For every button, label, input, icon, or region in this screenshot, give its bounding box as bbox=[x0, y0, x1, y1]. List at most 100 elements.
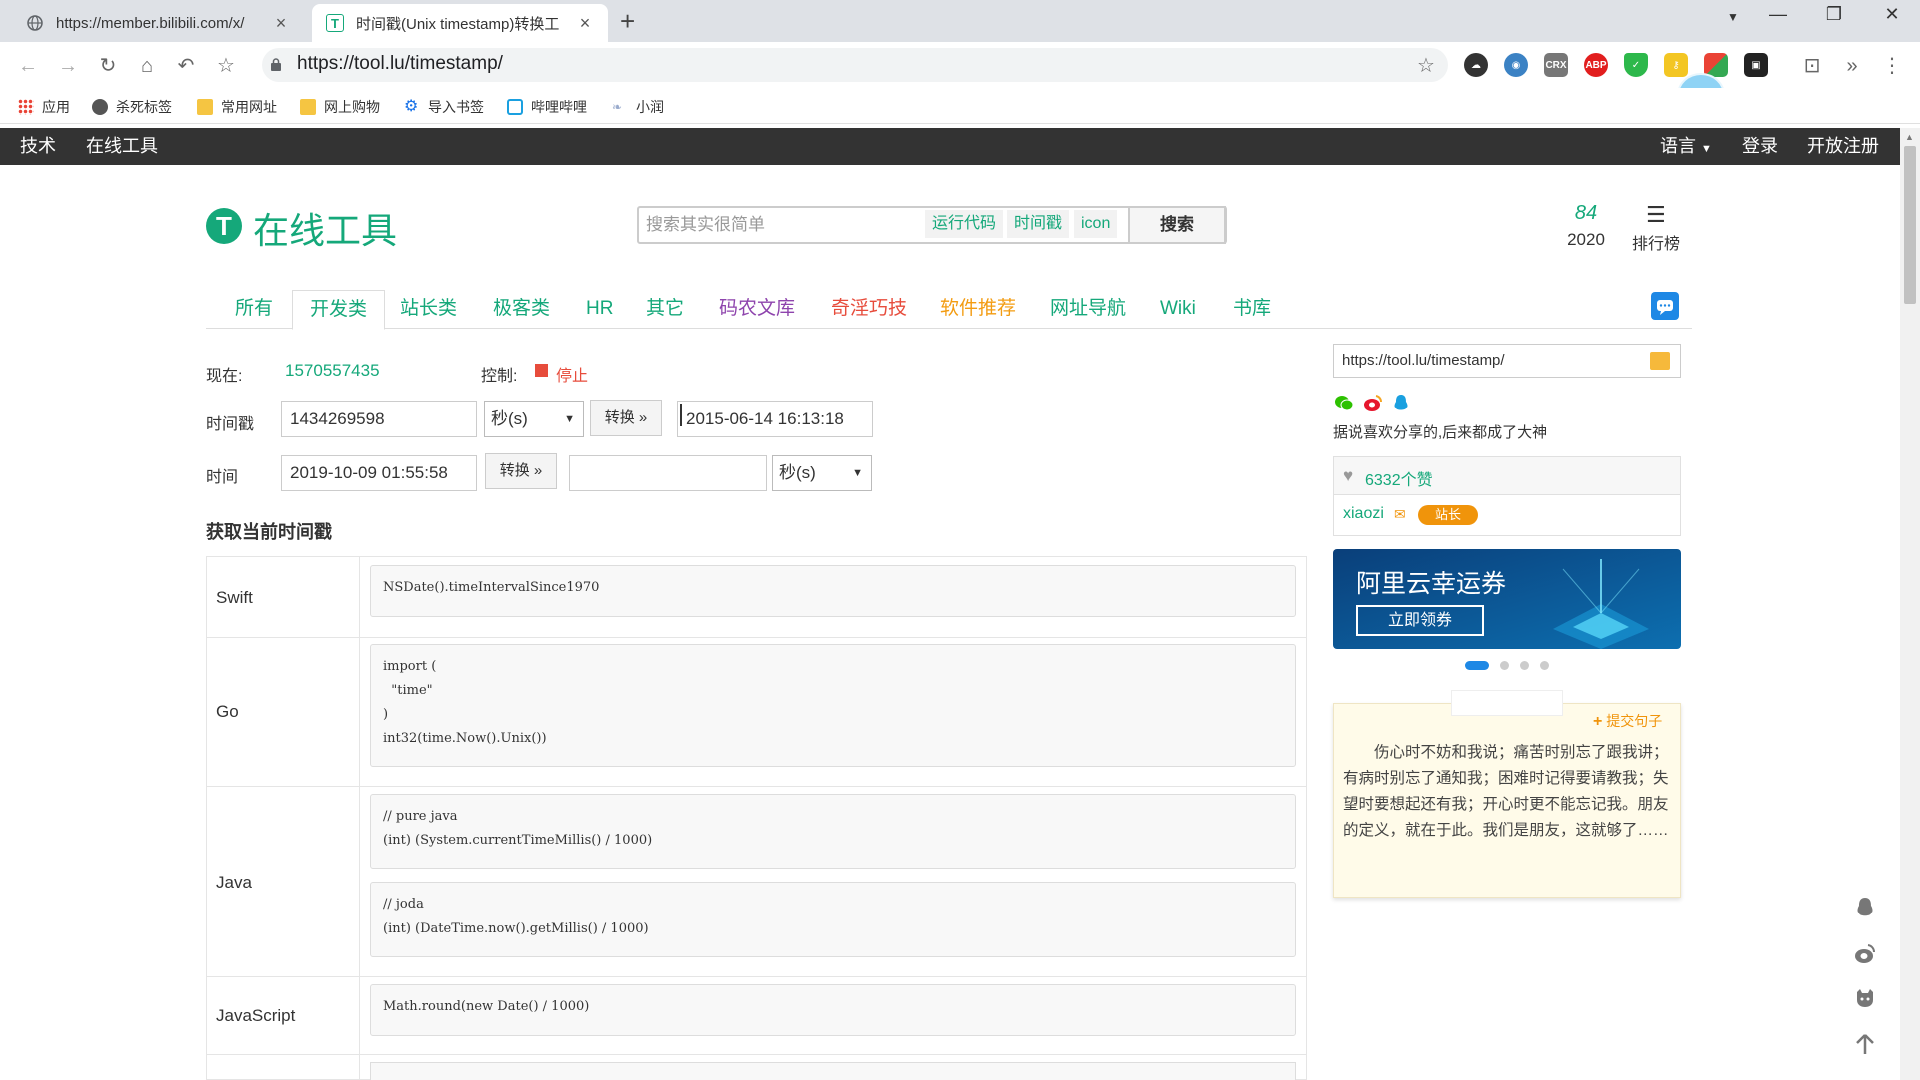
shield-extension-icon[interactable]: ✓ bbox=[1624, 53, 1648, 77]
list-icon[interactable]: ☰ bbox=[1646, 202, 1666, 228]
timestamp-unit-select[interactable]: 秒(s) ▼ bbox=[484, 401, 584, 437]
bookmark-folder-shopping[interactable]: 网上购物 bbox=[300, 96, 380, 118]
carousel-dot-active[interactable] bbox=[1465, 661, 1489, 670]
ranking-link[interactable]: 排行榜 bbox=[1632, 230, 1680, 254]
chat-icon[interactable] bbox=[1651, 292, 1679, 320]
restore-icon[interactable]: ❐ bbox=[1814, 4, 1854, 25]
convert-time-button[interactable]: 转换 » bbox=[485, 453, 557, 489]
close-tab-icon[interactable]: × bbox=[272, 13, 290, 34]
share-url-field[interactable]: https://tool.lu/timestamp/ bbox=[1333, 344, 1681, 378]
heart-icon[interactable]: ♥ bbox=[1343, 466, 1353, 486]
bookmark-star-icon[interactable]: ☆ bbox=[212, 52, 240, 80]
weibo-float-icon[interactable] bbox=[1853, 942, 1877, 966]
qq-icon[interactable] bbox=[1391, 394, 1411, 412]
category-tab[interactable]: 码农文库 bbox=[702, 290, 812, 328]
key-extension-icon[interactable]: ⚷ bbox=[1664, 53, 1688, 77]
wechat-icon[interactable] bbox=[1334, 394, 1354, 412]
weibo-icon[interactable] bbox=[1363, 394, 1383, 412]
search-tag-icon[interactable]: icon bbox=[1074, 210, 1118, 238]
code-block-go[interactable]: import ( "time" ) int32(time.Now().Unix(… bbox=[370, 644, 1296, 767]
stop-button[interactable]: 停止 bbox=[556, 362, 588, 386]
code-block-java-joda[interactable]: // joda (int) (DateTime.now().getMillis(… bbox=[370, 882, 1296, 957]
github-float-icon[interactable] bbox=[1853, 986, 1877, 1010]
home-icon[interactable]: ⌂ bbox=[133, 52, 161, 80]
code-block-swift[interactable]: NSDate().timeIntervalSince1970 bbox=[370, 565, 1296, 617]
search-tag-timestamp[interactable]: 时间戳 bbox=[1007, 210, 1070, 238]
carousel-dot[interactable] bbox=[1500, 661, 1509, 670]
nav-login[interactable]: 登录 bbox=[1742, 128, 1778, 165]
category-tab[interactable]: 极客类 bbox=[476, 290, 567, 328]
code-block-java-pure[interactable]: // pure java (int) (System.currentTimeMi… bbox=[370, 794, 1296, 869]
search-tag-run-code[interactable]: 运行代码 bbox=[925, 210, 1004, 238]
tab-search-chevron-icon[interactable]: ▼ bbox=[1713, 10, 1753, 24]
like-count[interactable]: 6332个赞 bbox=[1365, 466, 1433, 490]
carousel-dot[interactable] bbox=[1520, 661, 1529, 670]
bookmark-apps[interactable]: 应用 bbox=[18, 96, 70, 118]
mail-icon[interactable]: ✉ bbox=[1394, 506, 1406, 523]
category-tab[interactable]: 奇淫巧技 bbox=[814, 290, 924, 328]
stat-year: 2020 bbox=[1567, 230, 1605, 249]
bookmark-label: 应用 bbox=[42, 99, 70, 115]
adblock-extension-icon[interactable]: ABP bbox=[1584, 53, 1608, 77]
cloud-extension-icon[interactable]: ☁ bbox=[1464, 53, 1488, 77]
search-button[interactable]: 搜索 bbox=[1128, 206, 1226, 244]
back-to-top-icon[interactable] bbox=[1853, 1032, 1877, 1056]
now-label: 现在: bbox=[206, 368, 243, 385]
bookmark-xiaorun[interactable]: ❧ 小润 bbox=[612, 96, 664, 118]
category-tab[interactable]: HR bbox=[569, 290, 630, 328]
category-tab[interactable]: 软件推荐 bbox=[923, 290, 1033, 328]
tab-bilibili[interactable]: https://member.bilibili.com/x/ × bbox=[12, 4, 304, 42]
search-input[interactable] bbox=[644, 212, 922, 238]
bookmark-kill-tabs[interactable]: 杀死标签 bbox=[92, 96, 172, 118]
qq-float-icon[interactable] bbox=[1853, 896, 1877, 920]
logo-icon[interactable]: T bbox=[206, 208, 242, 244]
time-unit-select[interactable]: 秒(s) ▼ bbox=[772, 455, 872, 491]
forward-icon[interactable]: → bbox=[54, 52, 82, 80]
nav-online-tools[interactable]: 在线工具 bbox=[86, 128, 158, 165]
category-tab[interactable]: 站长类 bbox=[383, 290, 474, 328]
close-tab-icon[interactable]: × bbox=[576, 13, 594, 34]
category-tab[interactable]: 开发类 bbox=[292, 290, 386, 330]
bookmark-import[interactable]: ⚙ 导入书签 bbox=[404, 96, 484, 118]
nav-tech[interactable]: 技术 bbox=[20, 128, 56, 165]
ad-button[interactable]: 立即领券 bbox=[1356, 605, 1484, 636]
timestamp-result[interactable] bbox=[569, 455, 767, 491]
back-icon[interactable]: ← bbox=[14, 52, 42, 80]
convert-timestamp-button[interactable]: 转换 » bbox=[590, 400, 662, 436]
minimize-icon[interactable]: — bbox=[1758, 4, 1798, 25]
double-chevron-icon[interactable]: » bbox=[1838, 52, 1866, 80]
game-extension-icon[interactable]: ▣ bbox=[1744, 53, 1768, 77]
time-input[interactable]: 2019-10-09 01:55:58 bbox=[281, 455, 477, 491]
scroll-up-arrow-icon[interactable]: ▲ bbox=[1905, 132, 1914, 142]
reload-icon[interactable]: ↻ bbox=[94, 52, 122, 80]
category-tab[interactable]: 书库 bbox=[1216, 290, 1288, 328]
category-tab[interactable]: Wiki bbox=[1143, 290, 1213, 328]
author-name[interactable]: xiaozi bbox=[1343, 505, 1384, 523]
menu-dots-icon[interactable]: ⋮ bbox=[1878, 52, 1906, 80]
star-page-icon[interactable]: ☆ bbox=[1412, 52, 1440, 80]
copy-icon[interactable] bbox=[1650, 352, 1670, 370]
undo-icon[interactable]: ↶ bbox=[172, 52, 200, 80]
crx-extension-icon[interactable]: CRX bbox=[1544, 53, 1568, 77]
url-text[interactable]: https://tool.lu/timestamp/ bbox=[297, 53, 503, 75]
category-tab[interactable]: 其它 bbox=[629, 290, 701, 328]
nav-language[interactable]: 语言 ▼ bbox=[1660, 128, 1712, 165]
tab-timestamp[interactable]: T 时间戳(Unix timestamp)转换工 × bbox=[312, 4, 608, 42]
timestamp-input[interactable]: 1434269598 bbox=[281, 401, 477, 437]
stop-square-icon[interactable] bbox=[535, 364, 548, 377]
code-block-javascript[interactable]: Math.round(new Date() / 1000) bbox=[370, 984, 1296, 1036]
submit-quote-link[interactable]: + 提交句子 bbox=[1593, 711, 1662, 731]
category-tab[interactable]: 网址导航 bbox=[1033, 290, 1143, 328]
globe-extension-icon[interactable]: ◉ bbox=[1504, 53, 1528, 77]
close-window-icon[interactable]: ✕ bbox=[1872, 4, 1912, 25]
new-tab-icon[interactable]: + bbox=[620, 6, 635, 37]
datetime-result[interactable]: 2015-06-14 16:13:18 bbox=[677, 401, 873, 437]
logo-text[interactable]: 在线工具 bbox=[253, 202, 397, 254]
nav-register[interactable]: 开放注册 bbox=[1807, 128, 1879, 165]
carousel-dot[interactable] bbox=[1540, 661, 1549, 670]
category-tab[interactable]: 所有 bbox=[218, 290, 290, 328]
scrollbar-thumb[interactable] bbox=[1904, 146, 1916, 304]
crop-icon[interactable]: ⊡ bbox=[1798, 52, 1826, 80]
bookmark-folder-common[interactable]: 常用网址 bbox=[197, 96, 277, 118]
bookmark-bilibili[interactable]: 哔哩哔哩 bbox=[507, 96, 587, 118]
